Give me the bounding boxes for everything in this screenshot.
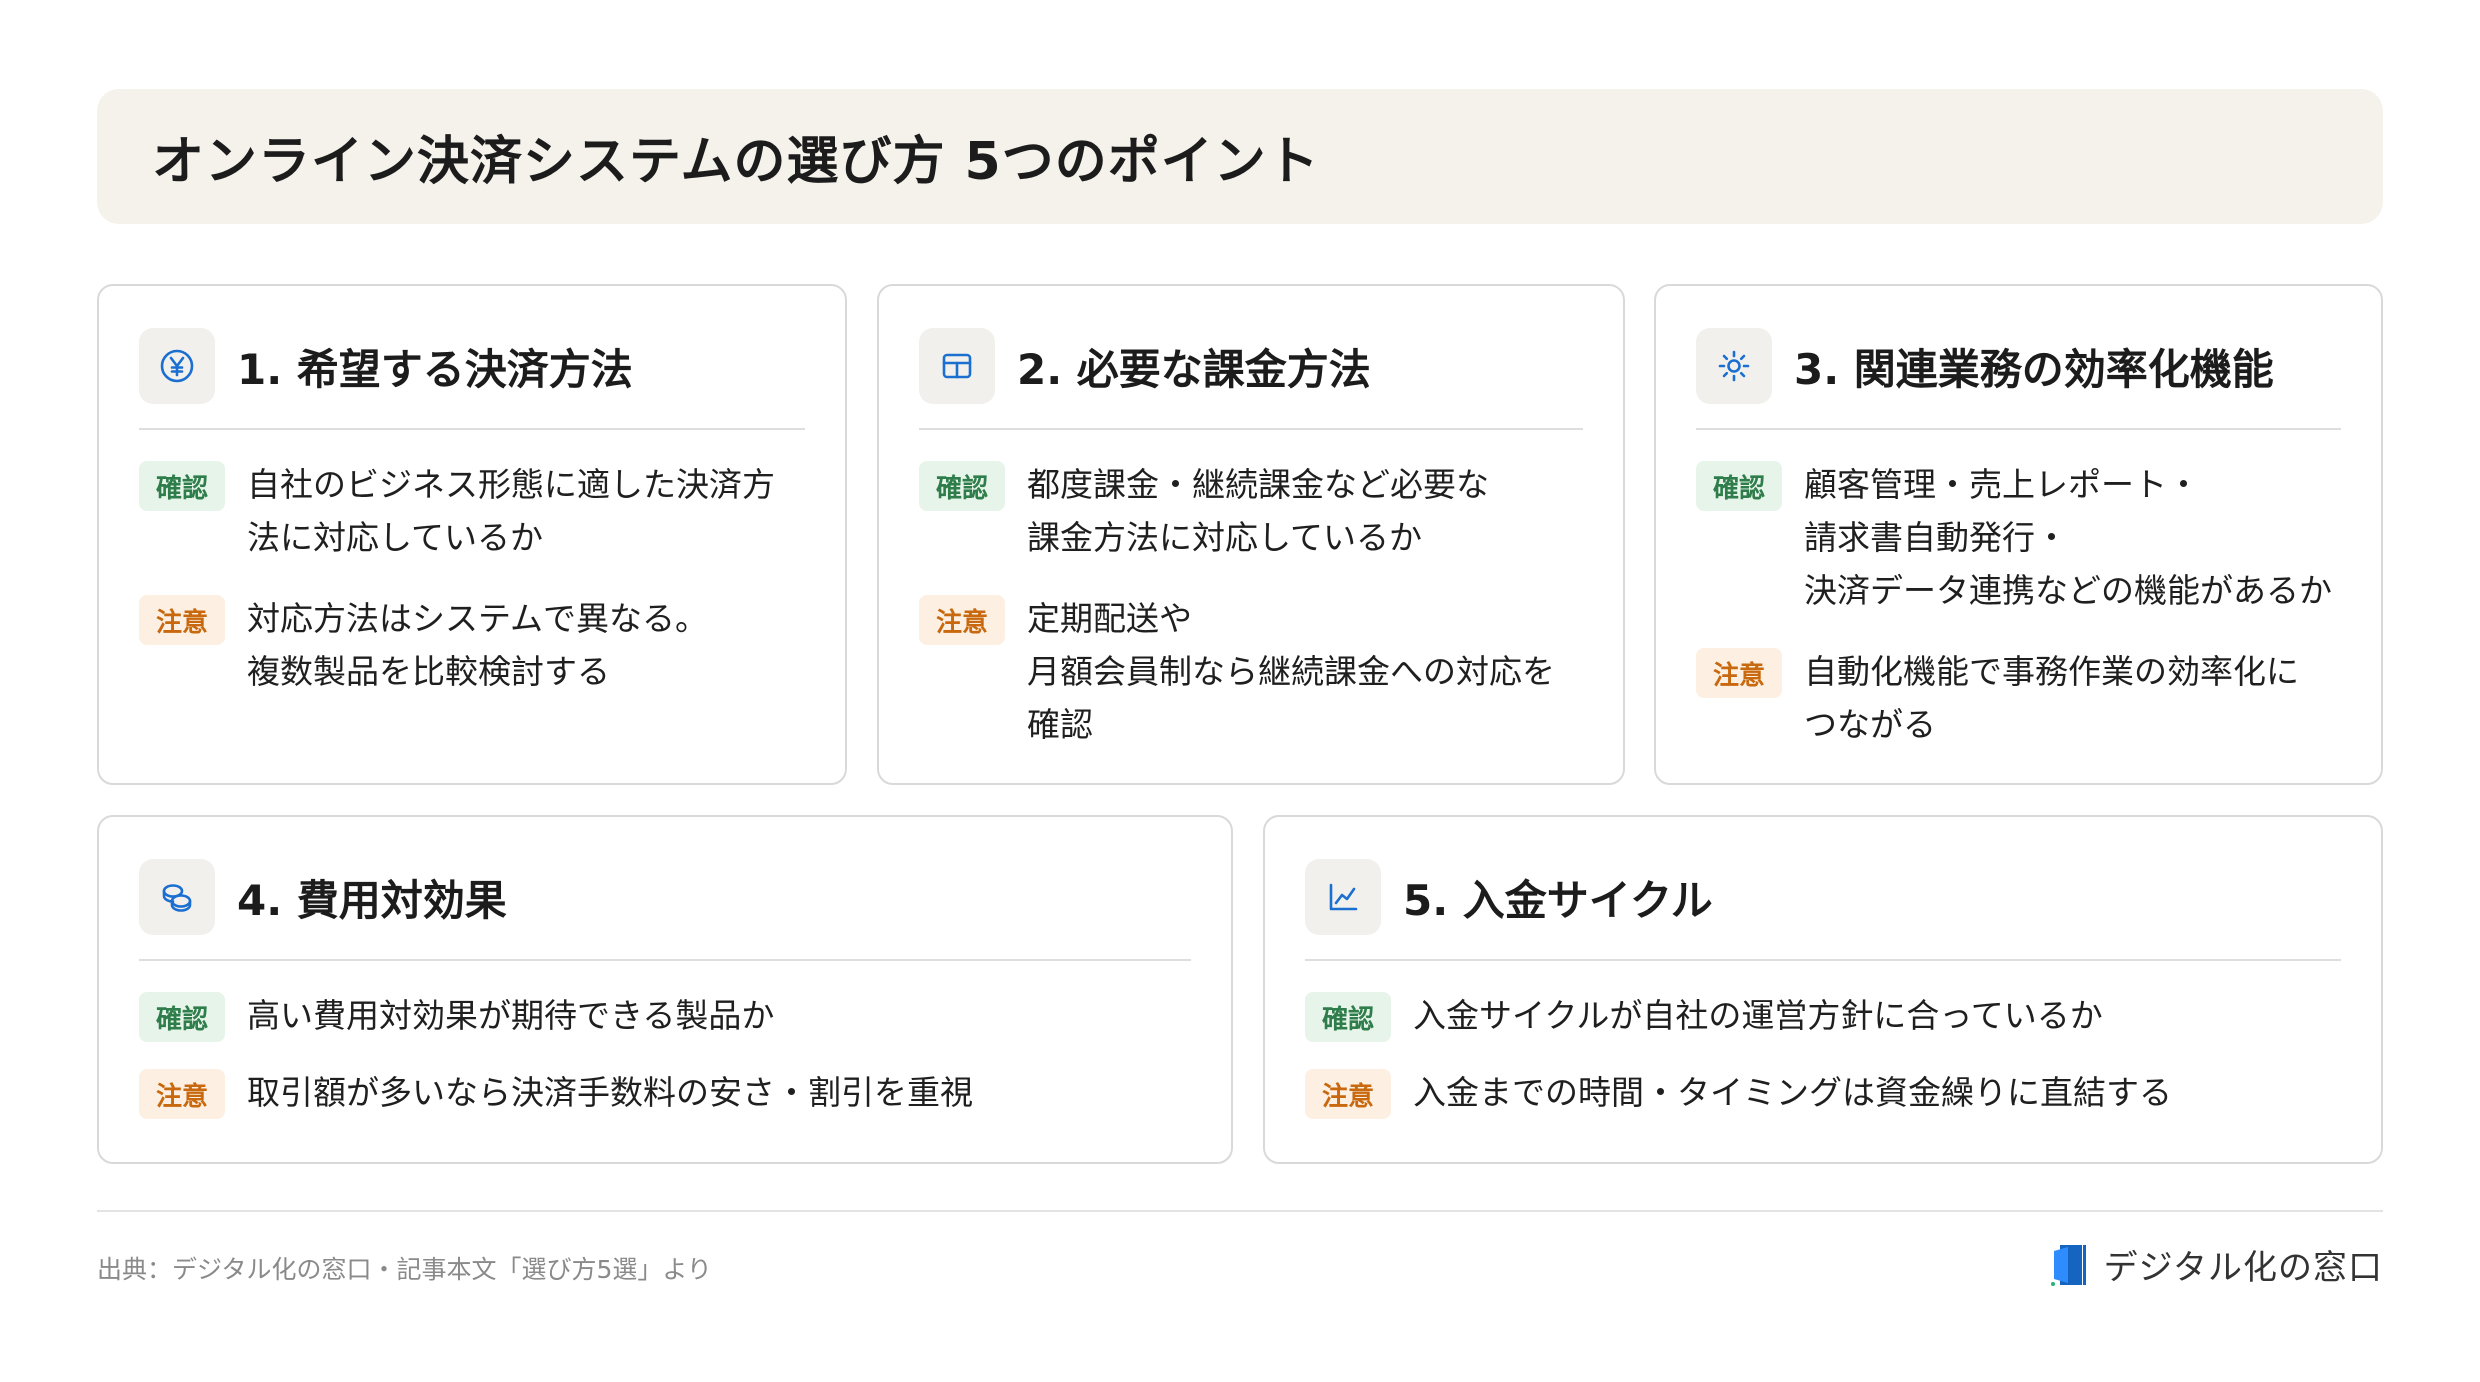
caution-text: 対応方法はシステムで異なる。 複数製品を比較検討する	[247, 599, 709, 691]
source-note: 出典：デジタル化の窓口・記事本文「選び方5選」より	[97, 1255, 712, 1284]
caution-row: 注意 入金までの時間・タイミングは資金繰りに直結する	[1305, 1066, 2341, 1119]
page-title: オンライン決済システムの選び方 5つのポイント	[152, 132, 1320, 192]
caution-badge: 注意	[139, 1069, 225, 1119]
caution-row: 注意 取引額が多いなら決済手数料の安さ・割引を重視	[139, 1066, 1191, 1119]
confirm-row: 確認 高い費用対効果が期待できる製品か	[139, 989, 1191, 1042]
caution-text: 自動化機能で事務作業の効率化に つながる	[1804, 652, 2299, 744]
confirm-badge: 確認	[139, 461, 225, 511]
title-banner: オンライン決済システムの選び方 5つのポイント	[97, 89, 2383, 224]
card-header: 4. 費用対効果	[139, 857, 1191, 937]
confirm-badge: 確認	[139, 992, 225, 1042]
window-logo-icon	[2050, 1244, 2086, 1286]
confirm-text: 都度課金・継続課金など必要な 課金方法に対応しているか	[1027, 465, 1489, 557]
card-title: 5. 入金サイクル	[1403, 875, 1713, 925]
confirm-row: 確認 顧客管理・売上レポート・ 請求書自動発行・ 決済データ連携などの機能がある…	[1696, 458, 2341, 617]
card-title: 4. 費用対効果	[237, 875, 507, 925]
divider	[139, 428, 805, 430]
card-header: 1. 希望する決済方法	[139, 326, 805, 406]
point-card-2: 2. 必要な課金方法 確認 都度課金・継続課金など必要な 課金方法に対応している…	[877, 284, 1625, 785]
confirm-row: 確認 自社のビジネス形態に適した決済方 法に対応しているか	[139, 458, 805, 564]
point-card-5: 5. 入金サイクル 確認 入金サイクルが自社の運営方針に合っているか 注意 入金…	[1263, 815, 2383, 1164]
confirm-text: 入金サイクルが自社の運営方針に合っているか	[1413, 996, 2103, 1035]
footer-divider	[97, 1210, 2383, 1212]
caution-badge: 注意	[139, 595, 225, 645]
point-card-3: 3. 関連業務の効率化機能 確認 顧客管理・売上レポート・ 請求書自動発行・ 決…	[1654, 284, 2383, 785]
yen-circle-icon	[139, 328, 215, 404]
divider	[139, 959, 1191, 961]
line-chart-icon	[1305, 859, 1381, 935]
confirm-badge: 確認	[919, 461, 1005, 511]
caution-row: 注意 自動化機能で事務作業の効率化に つながる	[1696, 645, 2341, 751]
confirm-text: 高い費用対効果が期待できる製品か	[247, 996, 775, 1035]
confirm-row: 確認 都度課金・継続課金など必要な 課金方法に対応しているか	[919, 458, 1583, 564]
coins-icon	[139, 859, 215, 935]
caution-row: 注意 対応方法はシステムで異なる。 複数製品を比較検討する	[139, 592, 805, 698]
sun-gear-icon	[1696, 328, 1772, 404]
caution-badge: 注意	[1305, 1069, 1391, 1119]
divider	[919, 428, 1583, 430]
caution-badge: 注意	[919, 595, 1005, 645]
brand-logo: デジタル化の窓口	[2050, 1240, 2383, 1289]
confirm-badge: 確認	[1696, 461, 1782, 511]
caution-text: 取引額が多いなら決済手数料の安さ・割引を重視	[247, 1073, 973, 1112]
point-card-1: 1. 希望する決済方法 確認 自社のビジネス形態に適した決済方 法に対応している…	[97, 284, 847, 785]
card-title: 2. 必要な課金方法	[1017, 344, 1371, 394]
card-header: 3. 関連業務の効率化機能	[1696, 326, 2341, 406]
logo-text: デジタル化の窓口	[2103, 1248, 2383, 1288]
divider	[1305, 959, 2341, 961]
card-header: 5. 入金サイクル	[1305, 857, 2341, 937]
confirm-badge: 確認	[1305, 992, 1391, 1042]
point-card-4: 4. 費用対効果 確認 高い費用対効果が期待できる製品か 注意 取引額が多いなら…	[97, 815, 1233, 1164]
divider	[1696, 428, 2341, 430]
caution-badge: 注意	[1696, 648, 1782, 698]
confirm-text: 顧客管理・売上レポート・ 請求書自動発行・ 決済データ連携などの機能があるか	[1804, 465, 2332, 610]
confirm-text: 自社のビジネス形態に適した決済方 法に対応しているか	[247, 465, 775, 557]
confirm-row: 確認 入金サイクルが自社の運営方針に合っているか	[1305, 989, 2341, 1042]
card-title: 3. 関連業務の効率化機能	[1794, 344, 2274, 394]
caution-text: 入金までの時間・タイミングは資金繰りに直結する	[1413, 1073, 2172, 1112]
table-icon	[919, 328, 995, 404]
caution-text: 定期配送や 月額会員制なら継続課金への対応を 確認	[1027, 599, 1555, 744]
caution-row: 注意 定期配送や 月額会員制なら継続課金への対応を 確認	[919, 592, 1583, 751]
card-title: 1. 希望する決済方法	[237, 344, 633, 394]
card-header: 2. 必要な課金方法	[919, 326, 1583, 406]
